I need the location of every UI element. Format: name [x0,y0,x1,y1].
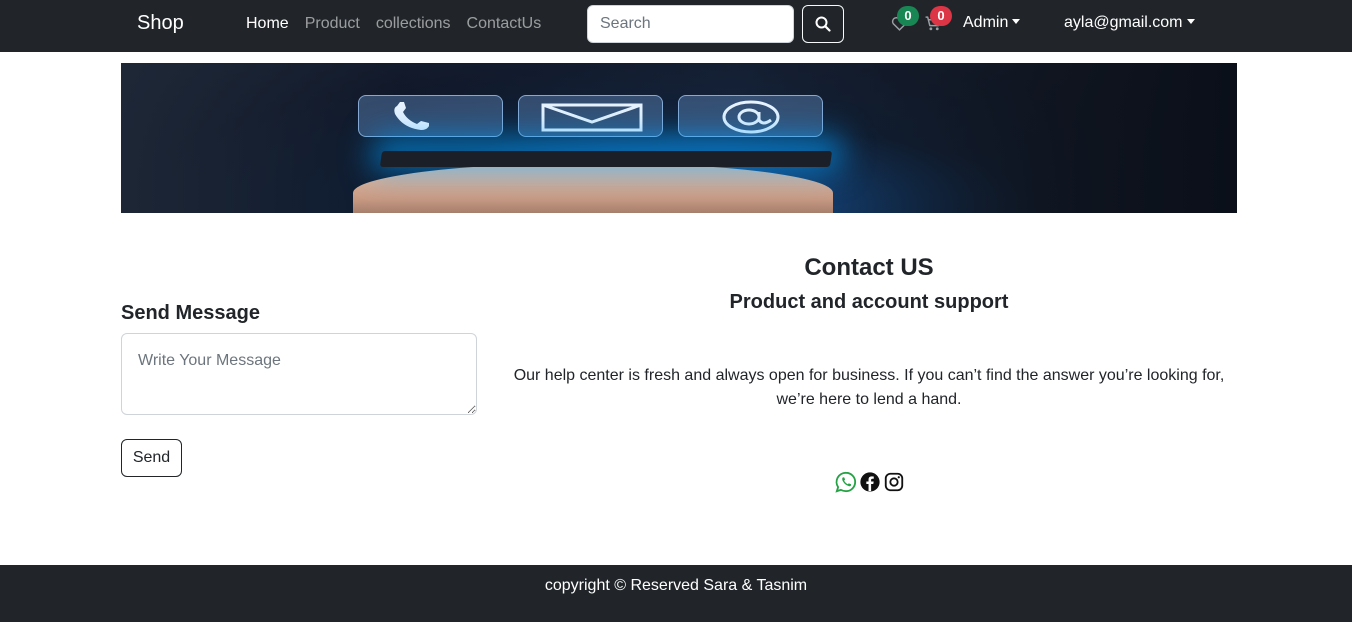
at-tile [678,95,823,137]
help-center-description: Our help center is fresh and always open… [513,367,1225,408]
caret-down-icon [1012,19,1021,24]
wishlist-count-badge: 0 [897,6,919,26]
cart-count-badge: 0 [930,6,952,26]
brand-logo[interactable]: Shop [137,12,184,35]
user-email: ayla@gmail.com [1064,14,1183,31]
social-links [835,471,905,493]
send-button[interactable]: Send [121,439,182,477]
contact-banner-image [121,63,1237,213]
nav-link-collections[interactable]: collections [376,15,451,33]
send-message-heading: Send Message [121,302,260,324]
envelope-tile [518,95,663,137]
admin-dropdown[interactable]: Admin [963,14,1021,32]
facebook-link[interactable] [859,471,881,493]
navbar: Shop Home Product collections ContactUs … [0,0,1352,52]
admin-label: Admin [963,14,1009,31]
nav-links: Home Product collections ContactUs [246,15,541,33]
whatsapp-link[interactable] [835,471,857,493]
tablet-shape [379,151,833,167]
caret-down-icon [1186,19,1195,24]
message-textarea[interactable] [121,333,477,415]
contact-heading: Contact US [804,254,934,281]
instagram-icon [884,472,904,492]
support-subheading: Product and account support [729,291,1009,313]
whatsapp-icon [835,471,857,493]
instagram-link[interactable] [883,471,905,493]
search-button[interactable] [802,5,844,43]
facebook-icon [860,472,880,492]
at-icon [722,100,780,134]
envelope-icon [541,103,643,132]
phone-tile [358,95,503,137]
footer: copyright © Reserved Sara & Tasnim [0,565,1352,622]
nav-link-contact[interactable]: ContactUs [467,15,542,33]
copyright-text: copyright © Reserved Sara & Tasnim [544,577,808,594]
search-input[interactable] [587,5,794,43]
user-dropdown[interactable]: ayla@gmail.com [1064,14,1195,32]
search-icon [815,16,831,32]
nav-link-home[interactable]: Home [246,15,289,33]
phone-icon [394,102,429,130]
nav-link-product[interactable]: Product [305,15,360,33]
